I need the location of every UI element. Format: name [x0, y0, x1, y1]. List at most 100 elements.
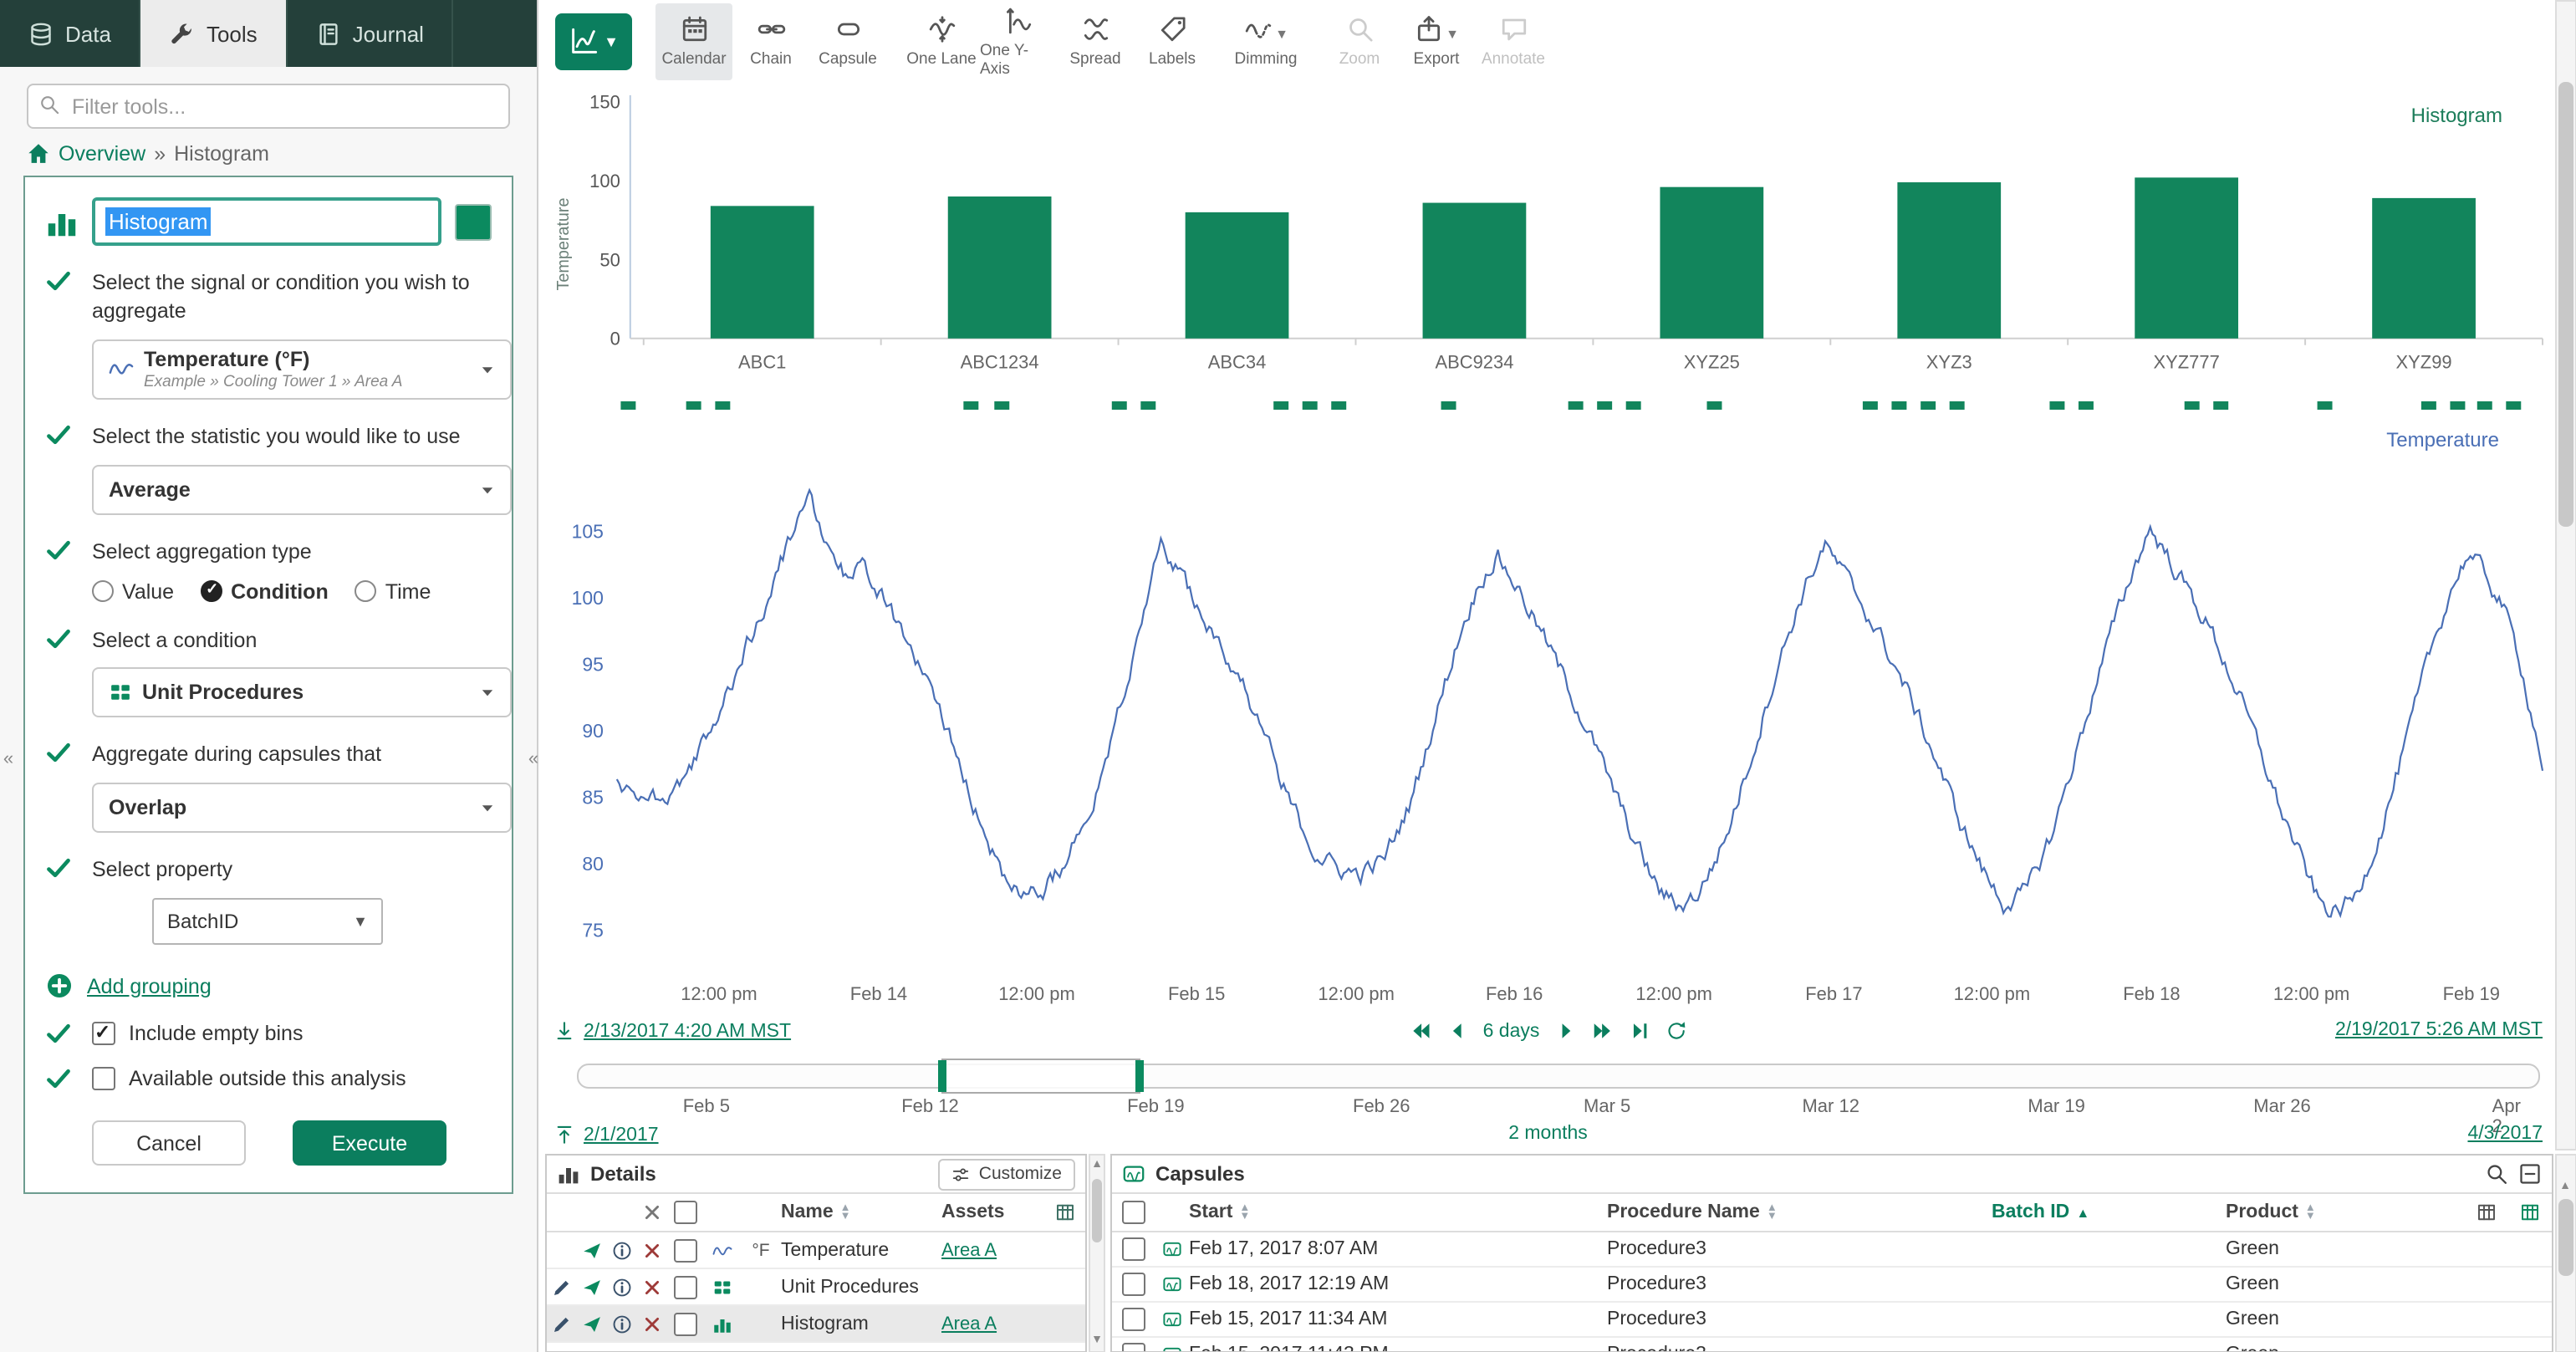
assets-column-header[interactable]: Assets: [941, 1202, 1045, 1222]
page-scrollbar[interactable]: [2554, 0, 2576, 1150]
capsule-mark[interactable]: [2213, 401, 2228, 410]
capsule-mark[interactable]: [2049, 401, 2064, 410]
capsule-row-3[interactable]: Feb 15, 2017 11:43 PMProcedure3Green: [1112, 1338, 2551, 1352]
histogram-legend[interactable]: Histogram: [2411, 104, 2502, 127]
toolbar-button-zoom[interactable]: Zoom: [1321, 3, 1398, 80]
step-forward-icon[interactable]: [1554, 1020, 1576, 1042]
customize-button[interactable]: Customize: [939, 1158, 1075, 1190]
investigate-range-start[interactable]: 2/1/2017: [584, 1125, 659, 1145]
toolbar-button-chain[interactable]: Chain: [732, 3, 809, 80]
view-selector-button[interactable]: ▼: [555, 13, 632, 70]
row-checkbox[interactable]: [674, 1238, 697, 1262]
scrollbar-thumb[interactable]: [2558, 1199, 2573, 1276]
capsule-mark[interactable]: [1331, 401, 1346, 410]
property-select[interactable]: BatchID ▼: [152, 898, 383, 945]
capsule-mark[interactable]: [1707, 401, 1722, 410]
tab-tools[interactable]: Tools: [141, 0, 288, 67]
procedure-name-column-header[interactable]: Procedure Name ▲▼: [1607, 1202, 1992, 1222]
bar-xyz25[interactable]: [1660, 187, 1763, 339]
available-outside-checkbox[interactable]: [92, 1067, 115, 1090]
home-icon[interactable]: [27, 142, 50, 166]
toolbar-button-capsule[interactable]: Capsule: [809, 3, 886, 80]
capsule-mark[interactable]: [1303, 401, 1318, 410]
bar-abc1[interactable]: [711, 206, 814, 338]
capsule-mark[interactable]: [1863, 401, 1878, 410]
row-checkbox[interactable]: [674, 1312, 697, 1335]
bar-abc1234[interactable]: [948, 196, 1052, 339]
arrow-down-icon[interactable]: [553, 1020, 575, 1042]
details-row-unit-procedures[interactable]: Unit Procedures: [547, 1269, 1085, 1306]
execute-button[interactable]: Execute: [293, 1120, 446, 1166]
toolbar-button-spread[interactable]: Spread: [1057, 3, 1134, 80]
collapse-sidebar-handle[interactable]: «: [525, 749, 542, 769]
scrollbar-thumb[interactable]: [1092, 1179, 1102, 1242]
breadcrumb-overview[interactable]: Overview: [59, 142, 145, 166]
toolbar-button-calendar[interactable]: Calendar: [655, 3, 732, 80]
investigate-range-selection[interactable]: [941, 1059, 1140, 1094]
display-range-start[interactable]: 2/13/2017 4:20 AM MST: [584, 1021, 791, 1041]
toolbar-button-dimming[interactable]: ▼Dimming: [1227, 3, 1304, 80]
select-all-capsules-checkbox[interactable]: [1122, 1201, 1145, 1224]
refresh-icon[interactable]: [1665, 1020, 1686, 1042]
cancel-button[interactable]: Cancel: [92, 1120, 246, 1166]
arrow-up-icon[interactable]: [553, 1124, 575, 1145]
row-checkbox[interactable]: [674, 1275, 697, 1298]
signal-dropdown[interactable]: Temperature (°F) Example » Cooling Tower…: [92, 339, 512, 400]
capsule-mark[interactable]: [1140, 401, 1155, 410]
selection-left-handle[interactable]: [937, 1060, 946, 1092]
selection-right-handle[interactable]: [1135, 1060, 1144, 1092]
capsule-mark[interactable]: [2318, 401, 2333, 410]
step-forward-double-icon[interactable]: [1591, 1020, 1613, 1042]
tab-data[interactable]: Data: [0, 0, 141, 67]
capsule-mark[interactable]: [1891, 401, 1906, 410]
name-column-header[interactable]: Name ▲▼: [781, 1202, 941, 1222]
details-row-histogram[interactable]: HistogramArea A: [547, 1306, 1085, 1343]
toolbar-button-labels[interactable]: Labels: [1134, 3, 1211, 80]
add-column-icon[interactable]: [1055, 1202, 1075, 1222]
capsule-mark[interactable]: [2477, 401, 2492, 410]
capsule-checkbox[interactable]: [1122, 1308, 1145, 1331]
capsule-mark[interactable]: [1569, 401, 1584, 410]
investigate-range-end[interactable]: 4/3/2017: [2467, 1124, 2543, 1144]
capsule-mark[interactable]: [2506, 401, 2521, 410]
capsule-mark[interactable]: [1597, 401, 1612, 410]
send-to-trend-icon[interactable]: [582, 1314, 602, 1334]
capsule-row-0[interactable]: Feb 17, 2017 8:07 AMProcedure3Green: [1112, 1232, 2551, 1268]
info-icon[interactable]: [612, 1240, 632, 1260]
capsule-mark[interactable]: [2421, 401, 2436, 410]
temperature-line[interactable]: [617, 490, 2543, 916]
capsule-mark[interactable]: [1950, 401, 1965, 410]
toolbar-button-one-lane[interactable]: One Lane: [903, 3, 980, 80]
capsule-mark[interactable]: [620, 401, 635, 410]
capsule-checkbox[interactable]: [1122, 1273, 1145, 1296]
add-column-green-icon[interactable]: [2519, 1202, 2539, 1222]
color-swatch-button[interactable]: [455, 203, 492, 240]
statistic-dropdown[interactable]: Average: [92, 464, 512, 514]
details-row-temperature[interactable]: °FTemperatureArea A: [547, 1232, 1085, 1269]
capsule-mark[interactable]: [686, 401, 701, 410]
radio-condition[interactable]: Condition: [201, 579, 329, 603]
asset-link[interactable]: Area A: [941, 1314, 997, 1334]
capsule-row-1[interactable]: Feb 18, 2017 12:19 AMProcedure3Green: [1112, 1268, 2551, 1303]
condition-dropdown[interactable]: Unit Procedures: [92, 668, 512, 718]
scroll-down-arrow[interactable]: ▼: [1090, 1332, 1104, 1349]
capsule-mark[interactable]: [1112, 401, 1127, 410]
capsules-scrollbar[interactable]: ▲: [2554, 1154, 2576, 1352]
info-icon[interactable]: [612, 1314, 632, 1334]
remove-column-icon[interactable]: [642, 1202, 662, 1222]
details-scrollbar[interactable]: ▲ ▼: [1089, 1154, 1105, 1352]
capsule-mark[interactable]: [1441, 401, 1456, 410]
investigate-range-track[interactable]: [577, 1064, 2539, 1089]
toolbar-button-export[interactable]: ▼Export: [1398, 3, 1475, 80]
toolbar-button-one-y-axis[interactable]: One Y-Axis: [980, 3, 1057, 80]
radio-time[interactable]: Time: [355, 579, 431, 603]
bar-abc9234[interactable]: [1423, 203, 1527, 339]
bar-xyz99[interactable]: [2372, 198, 2476, 339]
tab-journal[interactable]: Journal: [288, 0, 454, 67]
edit-icon[interactable]: [552, 1277, 572, 1297]
trend-legend[interactable]: Temperature: [2386, 428, 2499, 452]
collapse-panel-icon[interactable]: [2517, 1162, 2541, 1186]
asset-link[interactable]: Area A: [941, 1240, 997, 1260]
capsule-mark[interactable]: [1626, 401, 1641, 410]
start-column-header[interactable]: Start ▲▼: [1189, 1202, 1607, 1222]
